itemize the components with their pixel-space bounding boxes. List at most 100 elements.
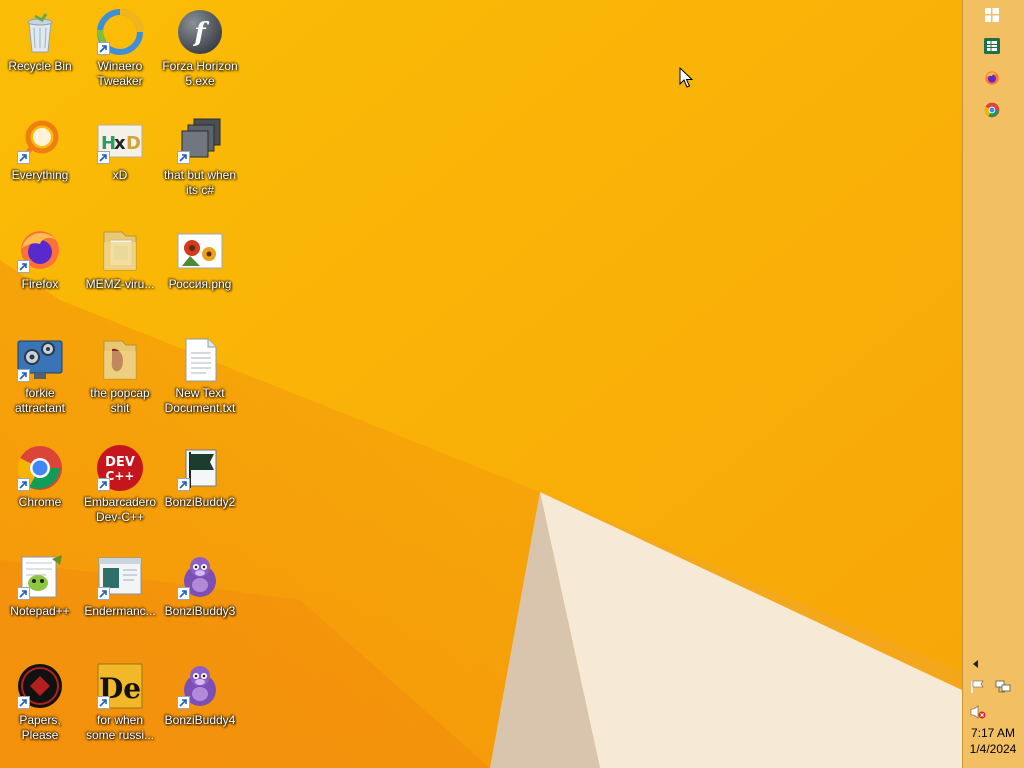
chrome-icon (16, 444, 64, 492)
desktop-icon-notepad-plus-plus[interactable]: Notepad++ (1, 553, 79, 619)
network-icon (995, 680, 1011, 693)
desktop-icon-that-but-when-csharp[interactable]: that but when its c# (161, 117, 239, 198)
shortcut-arrow-icon (97, 42, 110, 55)
everything-search-icon (16, 117, 64, 165)
volume-muted-icon (970, 705, 986, 719)
dev-cpp-icon: DEV C++ (96, 444, 144, 492)
recycle-bin-icon (16, 8, 64, 56)
windows-logo-icon (985, 8, 999, 22)
icon-label: Everything (11, 168, 69, 182)
clock-date: 1/4/2024 (969, 742, 1017, 756)
icon-label: for when some russi... (85, 713, 154, 742)
icon-label: BonziBuddy2 (164, 495, 236, 509)
icon-label: Embarcadero Dev-C++ (83, 495, 157, 524)
desktop-icon-new-text-document[interactable]: New Text Document.txt (161, 335, 239, 416)
desktop-icon-memz-virus[interactable]: MEMZ-viru... (81, 226, 159, 292)
icon-label: xD (112, 168, 128, 182)
icon-label: Papers, Please (19, 713, 61, 742)
desktop-icon-forza-horizon[interactable]: f Forza Horizon 5.exe (161, 8, 239, 89)
taskbar-excel-button[interactable] (980, 34, 1004, 58)
icon-label: New Text Document.txt (164, 386, 236, 415)
desktop-icon-everything[interactable]: Everything (1, 117, 79, 183)
notepad-plus-plus-icon (16, 553, 64, 601)
desktop-icon-chrome[interactable]: Chrome (1, 444, 79, 510)
desktop-icon-xd[interactable]: HxD xD (81, 117, 159, 183)
shortcut-arrow-icon (17, 478, 30, 491)
shortcut-arrow-icon (97, 696, 110, 709)
clock[interactable]: 7:17 AM 1/4/2024 (963, 725, 1023, 757)
papers-please-icon (16, 662, 64, 710)
taskbar-chrome-button[interactable] (980, 98, 1004, 122)
desktop-icon-russia-png[interactable]: Россия.png (161, 226, 239, 292)
shortcut-arrow-icon (177, 151, 190, 164)
hxd-hex-editor-icon: HxD (96, 117, 144, 165)
icon-label: Recycle Bin (8, 59, 72, 73)
action-center-flag-button[interactable] (969, 679, 987, 695)
folder-icon (96, 335, 144, 383)
shortcut-arrow-icon (97, 478, 110, 491)
shortcut-arrow-icon (17, 696, 30, 709)
shortcut-arrow-icon (177, 478, 190, 491)
shortcut-arrow-icon (17, 587, 30, 600)
icon-label: Forza Horizon 5.exe (162, 59, 238, 88)
flash-player-icon: f (176, 8, 224, 56)
shortcut-arrow-icon (17, 260, 30, 273)
desktop-icon-bonzibuddy3[interactable]: BonziBuddy3 (161, 553, 239, 619)
desktop[interactable]: Recycle Bin Everything Firefox forkie at… (0, 0, 962, 768)
flag-file-icon (176, 444, 224, 492)
icon-label: Россия.png (168, 277, 232, 291)
desktop-icon-bonzibuddy4[interactable]: BonziBuddy4 (161, 662, 239, 728)
desktop-icon-recycle-bin[interactable]: Recycle Bin (1, 8, 79, 74)
text-document-icon (176, 335, 224, 383)
chevron-left-icon (973, 660, 978, 668)
volume-button[interactable] (969, 703, 987, 721)
firefox-icon (16, 226, 64, 274)
folder-icon (96, 226, 144, 274)
winaero-tweaker-icon (96, 8, 144, 56)
desktop-icon-dev-cpp[interactable]: DEV C++ Embarcadero Dev-C++ (81, 444, 159, 525)
shortcut-arrow-icon (97, 151, 110, 164)
shortcut-arrow-icon (177, 587, 190, 600)
mouse-cursor-icon (679, 67, 693, 88)
desktop-icon-de-app[interactable]: De for when some russi... (81, 662, 159, 743)
shortcut-arrow-icon (17, 369, 30, 382)
icon-label: Chrome (18, 495, 62, 509)
shortcut-arrow-icon (17, 151, 30, 164)
flower-image-icon (176, 226, 224, 274)
svg-text:DEV: DEV (105, 455, 135, 470)
icon-label: Firefox (21, 277, 59, 291)
window-app-icon (96, 553, 144, 601)
icon-label: Endermanc... (84, 604, 156, 618)
icon-label: Winaero Tweaker (97, 59, 143, 88)
desktop-icon-forkie-attractant[interactable]: forkie attractant (1, 335, 79, 416)
control-panel-gears-icon (16, 335, 64, 383)
desktop-icon-bonzibuddy2[interactable]: BonziBuddy2 (161, 444, 239, 510)
icon-label: the popcap shit (90, 386, 150, 415)
desktop-icon-winaero-tweaker[interactable]: Winaero Tweaker (81, 8, 159, 89)
icon-label: MEMZ-viru... (85, 277, 155, 291)
icon-label: BonziBuddy4 (164, 713, 236, 727)
start-button[interactable] (980, 3, 1004, 27)
stacked-windows-icon (176, 117, 224, 165)
taskbar-firefox-button[interactable] (980, 66, 1004, 90)
icon-label: Notepad++ (10, 604, 70, 618)
desktop-icon-papers-please[interactable]: Papers, Please (1, 662, 79, 743)
de-app-icon: De (96, 662, 144, 710)
desktop-icon-endermanch[interactable]: Endermanc... (81, 553, 159, 619)
icon-label: that but when its c# (163, 168, 237, 197)
show-hidden-icons-button[interactable] (969, 657, 983, 671)
flag-icon (971, 680, 984, 693)
icon-label: BonziBuddy3 (164, 604, 236, 618)
shortcut-arrow-icon (97, 587, 110, 600)
shortcut-arrow-icon (177, 696, 190, 709)
desktop-icon-popcap[interactable]: the popcap shit (81, 335, 159, 416)
excel-icon (984, 38, 1000, 54)
chrome-icon (984, 102, 1000, 118)
taskbar[interactable]: 7:17 AM 1/4/2024 (962, 0, 1024, 768)
desktop-icon-firefox[interactable]: Firefox (1, 226, 79, 292)
network-button[interactable] (994, 679, 1012, 695)
svg-text:x: x (114, 133, 126, 154)
firefox-icon (985, 71, 999, 85)
clock-time: 7:17 AM (970, 726, 1016, 740)
svg-text:D: D (126, 133, 141, 154)
